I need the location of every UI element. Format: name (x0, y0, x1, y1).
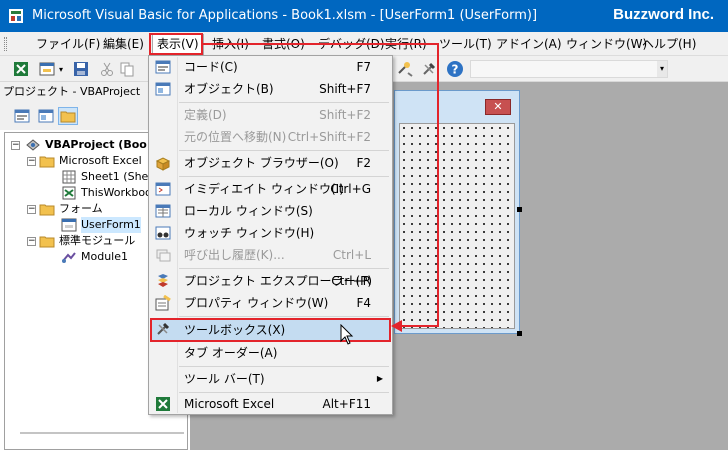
toolbar-overflow-icon[interactable]: ▾ (657, 61, 667, 77)
menu-item-code[interactable]: コード(C) F7 (150, 56, 391, 78)
menu-window[interactable]: ウィンドウ(W) (566, 36, 647, 53)
annotation-line (437, 43, 439, 327)
window-title: Microsoft Visual Basic for Applications … (32, 8, 538, 23)
save-icon[interactable] (72, 60, 90, 78)
workbook-icon (62, 186, 76, 200)
vba-project-icon (26, 139, 40, 151)
module-icon (62, 252, 76, 263)
annotation-arrowhead-icon (391, 320, 402, 332)
toggle-folders-icon[interactable] (58, 107, 78, 125)
menu-separator (179, 366, 389, 367)
menu-item-call-stack[interactable]: 呼び出し履歴(K)... Ctrl+L (150, 244, 391, 266)
project-explorer-toolbar (0, 102, 148, 130)
annotation-line (400, 325, 439, 327)
collapse-icon[interactable]: − (11, 141, 20, 150)
menubar-grip[interactable] (4, 37, 7, 51)
insert-userform-icon[interactable] (38, 60, 56, 78)
tree-horizontal-scrollbar[interactable] (20, 432, 184, 434)
object-browser-icon (154, 155, 172, 171)
annotation-view-menu-box (149, 33, 203, 55)
menu-item-toolbars[interactable]: ツール バー(T) ▶ (150, 368, 391, 390)
view-object-icon[interactable] (36, 107, 56, 125)
menu-item-object[interactable]: オブジェクト(B) Shift+F7 (150, 78, 391, 100)
collapse-icon[interactable]: − (27, 205, 36, 214)
insert-dropdown-icon[interactable]: ▾ (56, 60, 66, 78)
project-explorer-icon (154, 273, 172, 289)
copy-icon[interactable] (118, 60, 136, 78)
view-excel-icon[interactable] (12, 60, 30, 78)
userform-canvas[interactable] (399, 123, 515, 329)
menu-separator (179, 268, 389, 269)
menu-separator (179, 316, 389, 317)
properties-window-icon (154, 295, 172, 311)
help-icon[interactable]: ? (446, 60, 464, 78)
toolbox-toolbar-icon[interactable] (396, 60, 414, 78)
collapse-icon[interactable]: − (27, 157, 36, 166)
resize-handle[interactable] (517, 331, 522, 336)
excel-icon (154, 396, 172, 412)
menu-separator (179, 176, 389, 177)
menu-item-immediate-window[interactable]: イミディエイト ウィンドウ(I) Ctrl+G (150, 178, 391, 200)
brand-label: Buzzword Inc. (613, 6, 714, 23)
menu-item-microsoft-excel[interactable]: Microsoft Excel Alt+F11 (150, 393, 391, 415)
call-stack-icon (154, 247, 172, 263)
menu-item-tab-order[interactable]: タブ オーダー(A) (150, 342, 391, 364)
title-bar: Microsoft Visual Basic for Applications … (0, 0, 728, 32)
submenu-arrow-icon: ▶ (376, 374, 383, 383)
menu-tools[interactable]: ツール(T) (439, 36, 492, 53)
menu-item-locals-window[interactable]: ローカル ウィンドウ(S) (150, 200, 391, 222)
annotation-line (203, 43, 439, 45)
menu-item-watch-window[interactable]: ウォッチ ウィンドウ(H) (150, 222, 391, 244)
userform-designer[interactable]: ✕ (394, 90, 520, 334)
menu-item-definition[interactable]: 定義(D) Shift+F2 (150, 104, 391, 126)
resize-handle[interactable] (517, 207, 522, 212)
collapse-icon[interactable]: − (27, 237, 36, 246)
menu-separator (179, 102, 389, 103)
toolbox-icon (154, 321, 172, 337)
menu-item-properties-window[interactable]: プロパティ ウィンドウ(W) F4 (150, 292, 391, 314)
sheet-icon (62, 170, 76, 184)
tools-toolbar-icon[interactable] (420, 60, 438, 78)
svg-text:?: ? (452, 63, 459, 77)
cut-icon[interactable] (98, 60, 116, 78)
menu-edit[interactable]: 編集(E) (103, 36, 144, 53)
userform-icon (61, 218, 77, 232)
view-menu-dropdown: コード(C) F7 オブジェクト(B) Shift+F7 定義(D) Shift… (148, 55, 393, 415)
locals-window-icon (154, 203, 172, 219)
menu-item-last-position[interactable]: 元の位置へ移動(N) Ctrl+Shift+F2 (150, 126, 391, 148)
userform-close-icon[interactable]: ✕ (485, 99, 511, 115)
menu-separator (179, 150, 389, 151)
project-explorer-title: プロジェクト - VBAProject (0, 82, 148, 102)
object-icon (154, 81, 172, 97)
mouse-pointer-icon (340, 324, 354, 345)
view-code-icon[interactable] (12, 107, 32, 125)
vba-app-icon (9, 9, 23, 23)
watch-window-icon (154, 225, 172, 241)
menu-item-project-explorer[interactable]: プロジェクト エクスプローラー(P) Ctrl+R (150, 270, 391, 292)
menu-item-toolbox[interactable]: ツールボックス(X) (150, 318, 391, 342)
toolbar-position-box: ▾ (470, 60, 668, 78)
folder-icon (39, 204, 55, 216)
folder-icon (39, 156, 55, 168)
code-icon (154, 59, 172, 75)
menu-item-object-browser[interactable]: オブジェクト ブラウザー(O) F2 (150, 152, 391, 174)
immediate-window-icon (154, 181, 172, 197)
menu-file[interactable]: ファイル(F) (36, 36, 100, 53)
menu-addins[interactable]: アドイン(A) (496, 36, 562, 53)
folder-icon (39, 236, 55, 248)
menu-help[interactable]: ヘルプ(H) (642, 36, 696, 53)
